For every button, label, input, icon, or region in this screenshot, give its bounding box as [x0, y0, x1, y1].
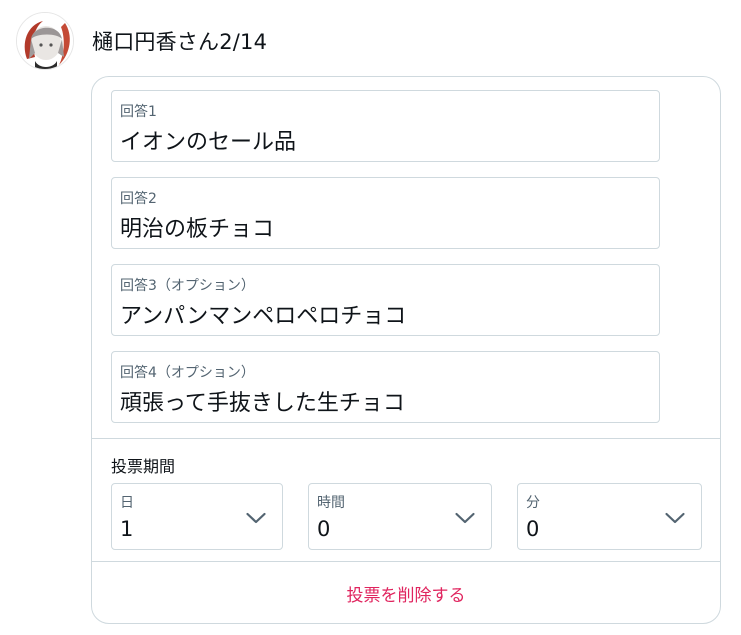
- poll-days-label: 日: [120, 495, 134, 511]
- remove-poll-button[interactable]: 投票を削除する: [92, 562, 720, 624]
- poll-hours-select[interactable]: 時間 0: [308, 483, 492, 550]
- poll-minutes-value: 0: [526, 517, 540, 541]
- author-name: 樋口円香さん2/14: [92, 30, 268, 54]
- tweet-author: 樋口円香さん2/14: [16, 12, 267, 70]
- poll-choice-input[interactable]: 明治の板チョコ: [120, 211, 274, 243]
- avatar[interactable]: [16, 12, 74, 70]
- poll-minutes-select[interactable]: 分 0: [517, 483, 702, 550]
- poll-choice-4[interactable]: 回答4（オプション） 頑張って手抜きした生チョコ: [111, 351, 660, 423]
- poll-days-value: 1: [120, 517, 134, 541]
- poll-hours-label: 時間: [317, 495, 345, 511]
- chevron-down-icon: [246, 512, 266, 524]
- poll-card: 回答1 イオンのセール品 回答2 明治の板チョコ 回答3（オプション） アンパン…: [91, 76, 721, 624]
- poll-choice-label: 回答4（オプション）: [120, 365, 255, 381]
- poll-hours-value: 0: [317, 517, 331, 541]
- poll-choice-label: 回答3（オプション）: [120, 278, 255, 294]
- poll-choice-label: 回答1: [120, 104, 157, 120]
- chevron-down-icon: [455, 512, 475, 524]
- poll-choice-input[interactable]: 頑張って手抜きした生チョコ: [120, 385, 405, 417]
- poll-length-title: 投票期間: [111, 457, 176, 476]
- avatar-illustration: [17, 13, 73, 69]
- divider: [92, 438, 720, 439]
- poll-choice-input[interactable]: アンパンマンペロペロチョコ: [120, 298, 406, 330]
- poll-choice-1[interactable]: 回答1 イオンのセール品: [111, 90, 660, 162]
- chevron-down-icon: [665, 512, 685, 524]
- poll-days-select[interactable]: 日 1: [111, 483, 283, 550]
- poll-minutes-label: 分: [526, 495, 540, 511]
- poll-choice-3[interactable]: 回答3（オプション） アンパンマンペロペロチョコ: [111, 264, 660, 336]
- poll-choice-label: 回答2: [120, 191, 157, 207]
- poll-choice-2[interactable]: 回答2 明治の板チョコ: [111, 177, 660, 249]
- poll-choice-input[interactable]: イオンのセール品: [120, 124, 296, 156]
